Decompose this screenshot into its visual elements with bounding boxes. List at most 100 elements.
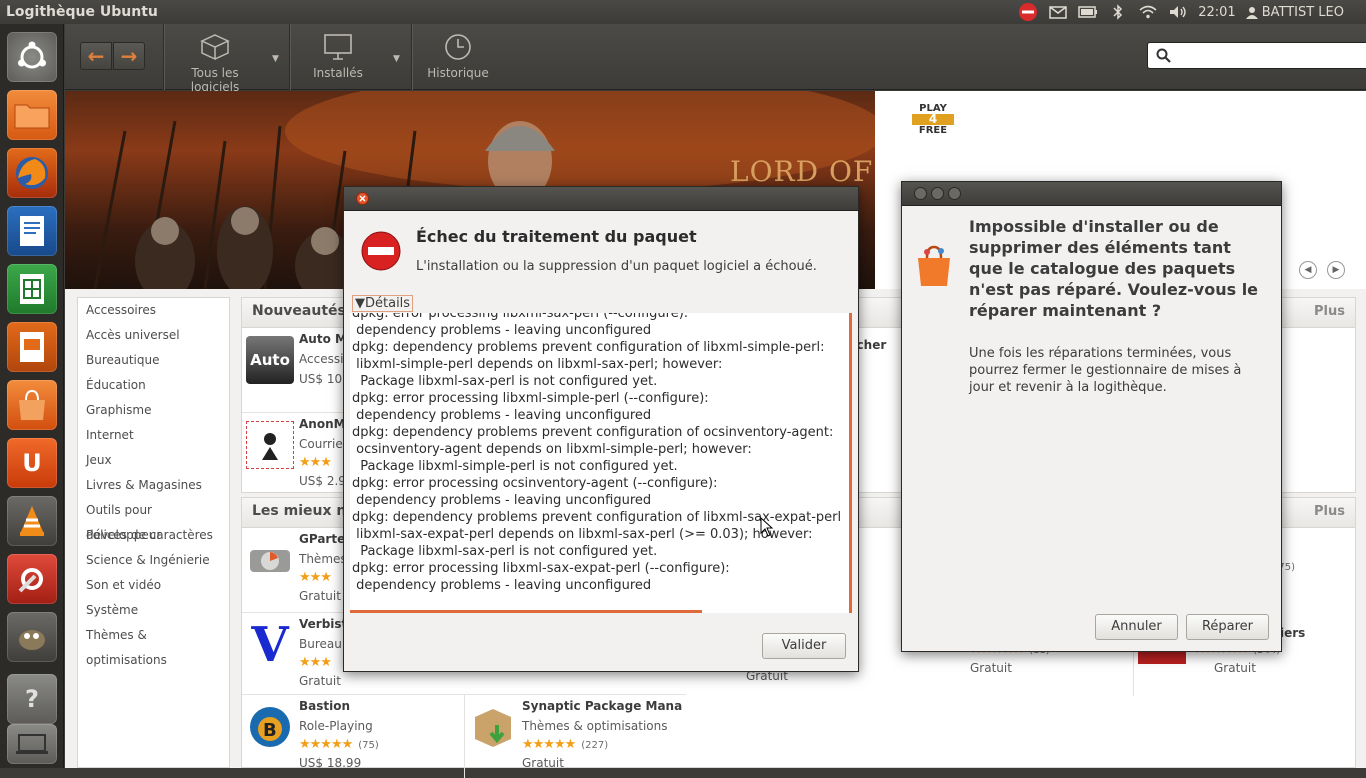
firefox-icon[interactable] xyxy=(7,148,57,198)
cancel-button[interactable]: Annuler xyxy=(1095,614,1178,640)
dash-home-icon[interactable] xyxy=(7,32,57,82)
search-icon xyxy=(1156,48,1171,63)
software-center-icon[interactable] xyxy=(7,380,57,430)
volume-icon[interactable] xyxy=(1168,5,1188,19)
dialog-titlebar xyxy=(902,182,1281,206)
log-line: dpkg: error processing libxml-sax-expat-… xyxy=(352,561,730,576)
automa-icon: Auto xyxy=(246,336,294,384)
workspace-icon[interactable] xyxy=(7,724,57,764)
verbiste-icon: V xyxy=(251,617,289,673)
log-line: dpkg: dependency problems prevent config… xyxy=(352,340,825,355)
category-item[interactable]: Thèmes & optimisations xyxy=(78,623,229,667)
log-line: dpkg: error processing libxml-sax-perl (… xyxy=(352,313,689,321)
error-icon xyxy=(361,231,401,271)
details-expander[interactable]: ▼Détails xyxy=(352,295,414,312)
gparted-icon xyxy=(246,536,294,584)
more-button[interactable]: Plus xyxy=(1314,304,1345,319)
log-line: Package libxml-sax-perl is not configure… xyxy=(352,374,658,389)
log-line: dependency problems - leaving unconfigur… xyxy=(352,578,652,593)
calc-icon[interactable] xyxy=(7,264,57,314)
log-scrollbar-h[interactable] xyxy=(350,610,702,613)
mail-icon[interactable] xyxy=(1048,5,1068,19)
section-title: Nouveautés xyxy=(252,303,346,319)
all-software-dropdown[interactable]: ▼ xyxy=(272,54,279,64)
no-entry-icon[interactable] xyxy=(1018,3,1038,21)
ok-button[interactable]: Valider xyxy=(762,633,846,659)
tab-history[interactable]: Historique xyxy=(421,32,495,80)
section-title: Les mieux no xyxy=(252,503,356,519)
dialog-titlebar xyxy=(344,187,858,211)
tab-installed[interactable]: Installés xyxy=(295,32,381,80)
impress-icon[interactable] xyxy=(7,322,57,372)
tab-installed-label: Installés xyxy=(313,66,363,80)
clock-icon xyxy=(445,34,471,60)
close-button[interactable] xyxy=(914,187,927,200)
category-item[interactable]: Jeux xyxy=(78,448,229,473)
maximize-button[interactable] xyxy=(948,187,961,200)
search-input[interactable] xyxy=(1147,42,1366,69)
error-dialog: Échec du traitement du paquet L'installa… xyxy=(343,186,859,672)
files-icon[interactable] xyxy=(7,90,57,140)
ubuntu-one-icon[interactable]: U xyxy=(7,438,57,488)
error-title: Échec du traitement du paquet xyxy=(416,227,697,246)
bluetooth-icon[interactable] xyxy=(1108,4,1128,20)
user-name: BATTIST LEO xyxy=(1261,4,1344,20)
log-line: dependency problems - leaving unconfigur… xyxy=(352,323,652,338)
back-button[interactable]: ← xyxy=(80,42,112,70)
expander-arrow-icon: ▼ xyxy=(355,296,365,311)
log-line: Package libxml-sax-perl is not configure… xyxy=(352,544,658,559)
repair-heading: Impossible d'installer ou de supprimer d… xyxy=(969,217,1259,320)
banner-next-button[interactable]: ▶ xyxy=(1327,261,1345,279)
app-tile[interactable]: B Bastion Role-Playing ★★★★★ (75) US$ 18.99 xyxy=(242,694,464,778)
category-item[interactable]: Polices de caractères xyxy=(78,523,229,548)
svg-text:B: B xyxy=(263,720,277,741)
category-item[interactable]: Bureautique xyxy=(78,348,229,373)
user-icon xyxy=(1245,6,1258,19)
wifi-icon[interactable] xyxy=(1138,5,1158,19)
close-icon xyxy=(359,195,366,202)
tab-all-software[interactable]: Tous les logiciels xyxy=(168,32,262,94)
more-button[interactable]: Plus xyxy=(1314,504,1345,519)
vlc-icon[interactable] xyxy=(7,496,57,546)
log-line: dpkg: error processing libxml-simple-per… xyxy=(352,391,709,406)
forward-button[interactable]: → xyxy=(113,42,145,70)
user-menu[interactable]: BATTIST LEO xyxy=(1245,4,1344,20)
toolbar-separator xyxy=(163,24,164,90)
category-item[interactable]: Système xyxy=(78,598,229,623)
close-button[interactable] xyxy=(356,192,369,205)
installed-dropdown[interactable]: ▼ xyxy=(393,54,400,64)
launcher: U ? xyxy=(0,24,64,768)
log-line: dependency problems - leaving unconfigur… xyxy=(352,408,652,423)
window-title: Logithèque Ubuntu xyxy=(6,4,158,20)
help-icon[interactable]: ? xyxy=(7,674,57,724)
details-log[interactable]: dpkg: error processing libxml-sax-perl (… xyxy=(350,313,852,613)
category-item[interactable]: Son et vidéo xyxy=(78,573,229,598)
log-line: libxml-simple-perl depends on libxml-sax… xyxy=(352,357,723,372)
category-item[interactable]: Livres & Magasines xyxy=(78,473,229,498)
toolbar-separator xyxy=(411,24,412,90)
app-tile[interactable]: Synaptic Package ManagerThèmes & optimis… xyxy=(464,694,686,778)
log-text: dpkg: error processing libxml-sax-perl (… xyxy=(352,313,841,594)
category-item[interactable]: Graphisme xyxy=(78,398,229,423)
category-item[interactable]: Accès universel xyxy=(78,323,229,348)
category-item[interactable]: Internet xyxy=(78,423,229,448)
category-item[interactable]: Éducation xyxy=(78,373,229,398)
category-item[interactable]: Science & Ingénierie xyxy=(78,548,229,573)
log-line: dpkg: dependency problems prevent config… xyxy=(352,425,834,440)
toolbar: ← → Tous les logiciels ▼ Installés ▼ His… xyxy=(65,24,1366,94)
bastion-icon: B xyxy=(246,703,294,751)
system-settings-icon[interactable] xyxy=(7,554,57,604)
repair-button[interactable]: Réparer xyxy=(1186,614,1269,640)
minimize-button[interactable] xyxy=(931,187,944,200)
writer-icon[interactable] xyxy=(7,206,57,256)
top-panel: Logithèque Ubuntu 22:01 BATTIST LEO xyxy=(0,0,1366,24)
gimp-icon[interactable] xyxy=(7,612,57,662)
banner-prev-button[interactable]: ◀ xyxy=(1299,261,1317,279)
category-item[interactable]: Accessoires xyxy=(78,298,229,323)
category-item[interactable]: Outils pour développeur xyxy=(78,498,229,542)
clock[interactable]: 22:01 xyxy=(1198,5,1235,20)
log-line: Package libxml-simple-perl is not config… xyxy=(352,459,678,474)
repair-body: Une fois les réparations terminées, vous… xyxy=(969,346,1242,395)
battery-icon[interactable] xyxy=(1078,5,1098,19)
repair-dialog: Impossible d'installer ou de supprimer d… xyxy=(901,181,1282,652)
